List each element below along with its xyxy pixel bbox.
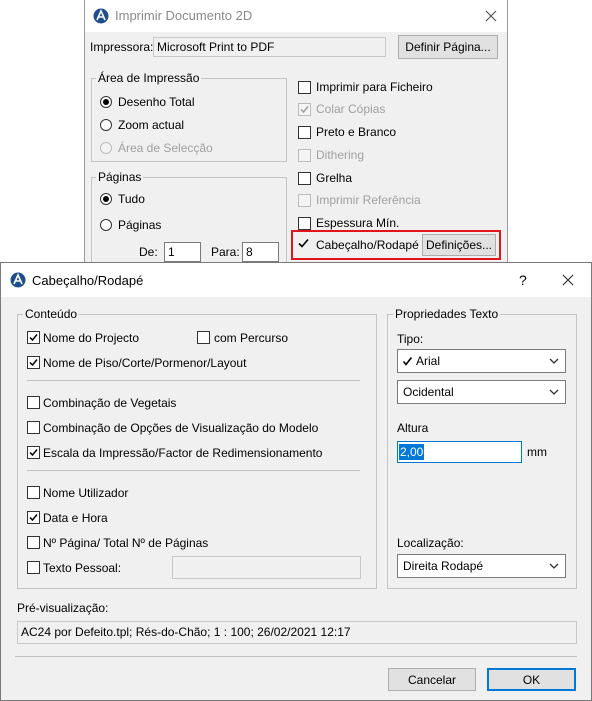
archicad-app-icon	[10, 272, 26, 288]
checkbox-model-view[interactable]	[27, 421, 40, 434]
from-page-input[interactable]: 1	[164, 242, 201, 262]
print-dialog: Imprimir Documento 2D Impressora: Micros…	[84, 0, 508, 269]
checkbox-page-number-label[interactable]: Nº Página/ Total Nº de Páginas	[43, 536, 208, 550]
checkbox-with-path-label[interactable]: com Percurso	[214, 331, 288, 345]
checkbox-print-scale[interactable]	[27, 446, 40, 459]
print-dialog-title: Imprimir Documento 2D	[115, 8, 253, 23]
checkbox-custom-text[interactable]	[27, 561, 40, 574]
checkbox-user-name-label[interactable]: Nome Utilizador	[43, 486, 128, 500]
location-label: Localização:	[397, 536, 464, 550]
chevron-down-icon	[549, 358, 559, 364]
radio-all-pages[interactable]	[100, 193, 112, 205]
height-input[interactable]: 2,00	[397, 441, 522, 463]
font-dropdown-value: Arial	[416, 354, 441, 368]
checkbox-print-to-file[interactable]	[298, 81, 311, 94]
chevron-down-icon	[549, 563, 559, 569]
radio-selection-area-label: Área de Selecção	[118, 141, 213, 155]
checkbox-with-path[interactable]	[197, 331, 210, 344]
checkbox-collate-copies	[298, 103, 311, 116]
charset-dropdown-value: Ocidental	[403, 385, 454, 399]
ok-button[interactable]: OK	[487, 668, 576, 691]
checkbox-black-white-label[interactable]: Preto e Branco	[316, 125, 396, 139]
archicad-app-icon	[93, 8, 109, 24]
content-divider-1	[27, 380, 360, 381]
checkbox-black-white[interactable]	[298, 126, 311, 139]
radio-current-zoom[interactable]	[100, 119, 112, 131]
print-dialog-titlebar: Imprimir Documento 2D	[85, 0, 507, 32]
checkbox-project-name-label[interactable]: Nome do Projecto	[43, 331, 139, 345]
checkbox-min-thickness[interactable]	[298, 217, 311, 230]
checkbox-date-time-label[interactable]: Data e Hora	[43, 511, 108, 525]
header-footer-title: Cabeçalho/Rodapé	[32, 273, 144, 288]
radio-current-zoom-label[interactable]: Zoom actual	[118, 118, 184, 132]
checkbox-date-time[interactable]	[27, 511, 40, 524]
height-unit: mm	[527, 445, 547, 459]
checkbox-min-thickness-label[interactable]: Espessura Mín.	[316, 216, 399, 230]
charset-dropdown[interactable]: Ocidental	[397, 380, 566, 404]
pages-label: Páginas	[96, 170, 144, 184]
header-footer-settings-button[interactable]: Definições...	[422, 234, 496, 256]
location-dropdown[interactable]: Direita Rodapé	[397, 554, 566, 578]
radio-all-pages-label[interactable]: Tudo	[118, 192, 145, 206]
checkbox-grid-label[interactable]: Grelha	[316, 171, 352, 185]
printer-name-field: Microsoft Print to PDF	[153, 37, 386, 57]
checkbox-print-scale-label[interactable]: Escala da Impressão/Factor de Redimensio…	[43, 446, 322, 460]
cancel-button[interactable]: Cancelar	[388, 668, 476, 691]
type-label: Tipo:	[397, 332, 424, 346]
checkmark-icon	[402, 357, 413, 366]
header-footer-titlebar: Cabeçalho/Rodapé ?	[1, 263, 591, 297]
checkbox-print-reference-label: Imprimir Referência	[316, 193, 421, 207]
checkbox-model-view-label[interactable]: Combinação de Opções de Visualização do …	[43, 421, 318, 435]
checkbox-vegetation[interactable]	[27, 396, 40, 409]
checkbox-dithering-label: Dithering	[316, 148, 365, 162]
checkbox-floor-name-label[interactable]: Nome de Piso/Corte/Pormenor/Layout	[43, 356, 246, 370]
height-input-value: 2,00	[399, 444, 425, 460]
radio-selection-area	[100, 142, 112, 154]
header-footer-dialog: Cabeçalho/Rodapé ? Conteúdo Nome do Proj…	[0, 262, 592, 701]
checkbox-header-footer-label[interactable]: Cabeçalho/Rodapé	[316, 238, 419, 252]
checkbox-header-footer[interactable]	[297, 237, 310, 250]
height-label: Altura	[397, 421, 429, 435]
to-page-input[interactable]: 8	[242, 242, 279, 262]
checkbox-grid[interactable]	[298, 172, 311, 185]
font-dropdown[interactable]: Arial	[397, 349, 566, 373]
location-dropdown-value: Direita Rodapé	[403, 559, 484, 573]
checkbox-vegetation-label[interactable]: Combinação de Vegetais	[43, 396, 176, 410]
checkbox-floor-name[interactable]	[27, 356, 40, 369]
checkbox-user-name[interactable]	[27, 486, 40, 499]
radio-page-range[interactable]	[100, 219, 112, 231]
from-label: De:	[139, 245, 158, 259]
custom-text-input	[172, 556, 361, 579]
to-label: Para:	[211, 245, 240, 259]
checkbox-project-name[interactable]	[27, 331, 40, 344]
preview-label: Pré-visualização:	[17, 601, 109, 615]
printer-label: Impressora:	[90, 40, 154, 54]
close-icon[interactable]	[485, 10, 497, 22]
radio-total-drawing-label[interactable]: Desenho Total	[118, 95, 195, 109]
content-divider-2	[27, 470, 360, 471]
chevron-down-icon	[549, 389, 559, 395]
text-properties-label: Propriedades Texto	[393, 307, 501, 321]
radio-page-range-label[interactable]: Páginas	[118, 218, 161, 232]
checkbox-custom-text-label[interactable]: Texto Pessoal:	[43, 561, 121, 575]
checkbox-print-to-file-label[interactable]: Imprimir para Ficheiro	[316, 80, 433, 94]
radio-total-drawing[interactable]	[100, 96, 112, 108]
page-setup-button[interactable]: Definir Página...	[398, 35, 498, 59]
checkbox-collate-copies-label: Colar Cópias	[316, 102, 386, 116]
checkbox-dithering	[298, 149, 311, 162]
footer-divider	[15, 656, 577, 657]
preview-text-box: AC24 por Defeito.tpl; Rés-do-Chão; 1 : 1…	[17, 621, 577, 644]
print-area-label: Área de Impressão	[96, 71, 202, 85]
help-icon[interactable]: ?	[519, 272, 527, 288]
checkbox-print-reference	[298, 194, 311, 207]
content-group-label: Conteúdo	[23, 307, 80, 321]
checkbox-page-number[interactable]	[27, 536, 40, 549]
close-icon[interactable]	[562, 274, 574, 286]
